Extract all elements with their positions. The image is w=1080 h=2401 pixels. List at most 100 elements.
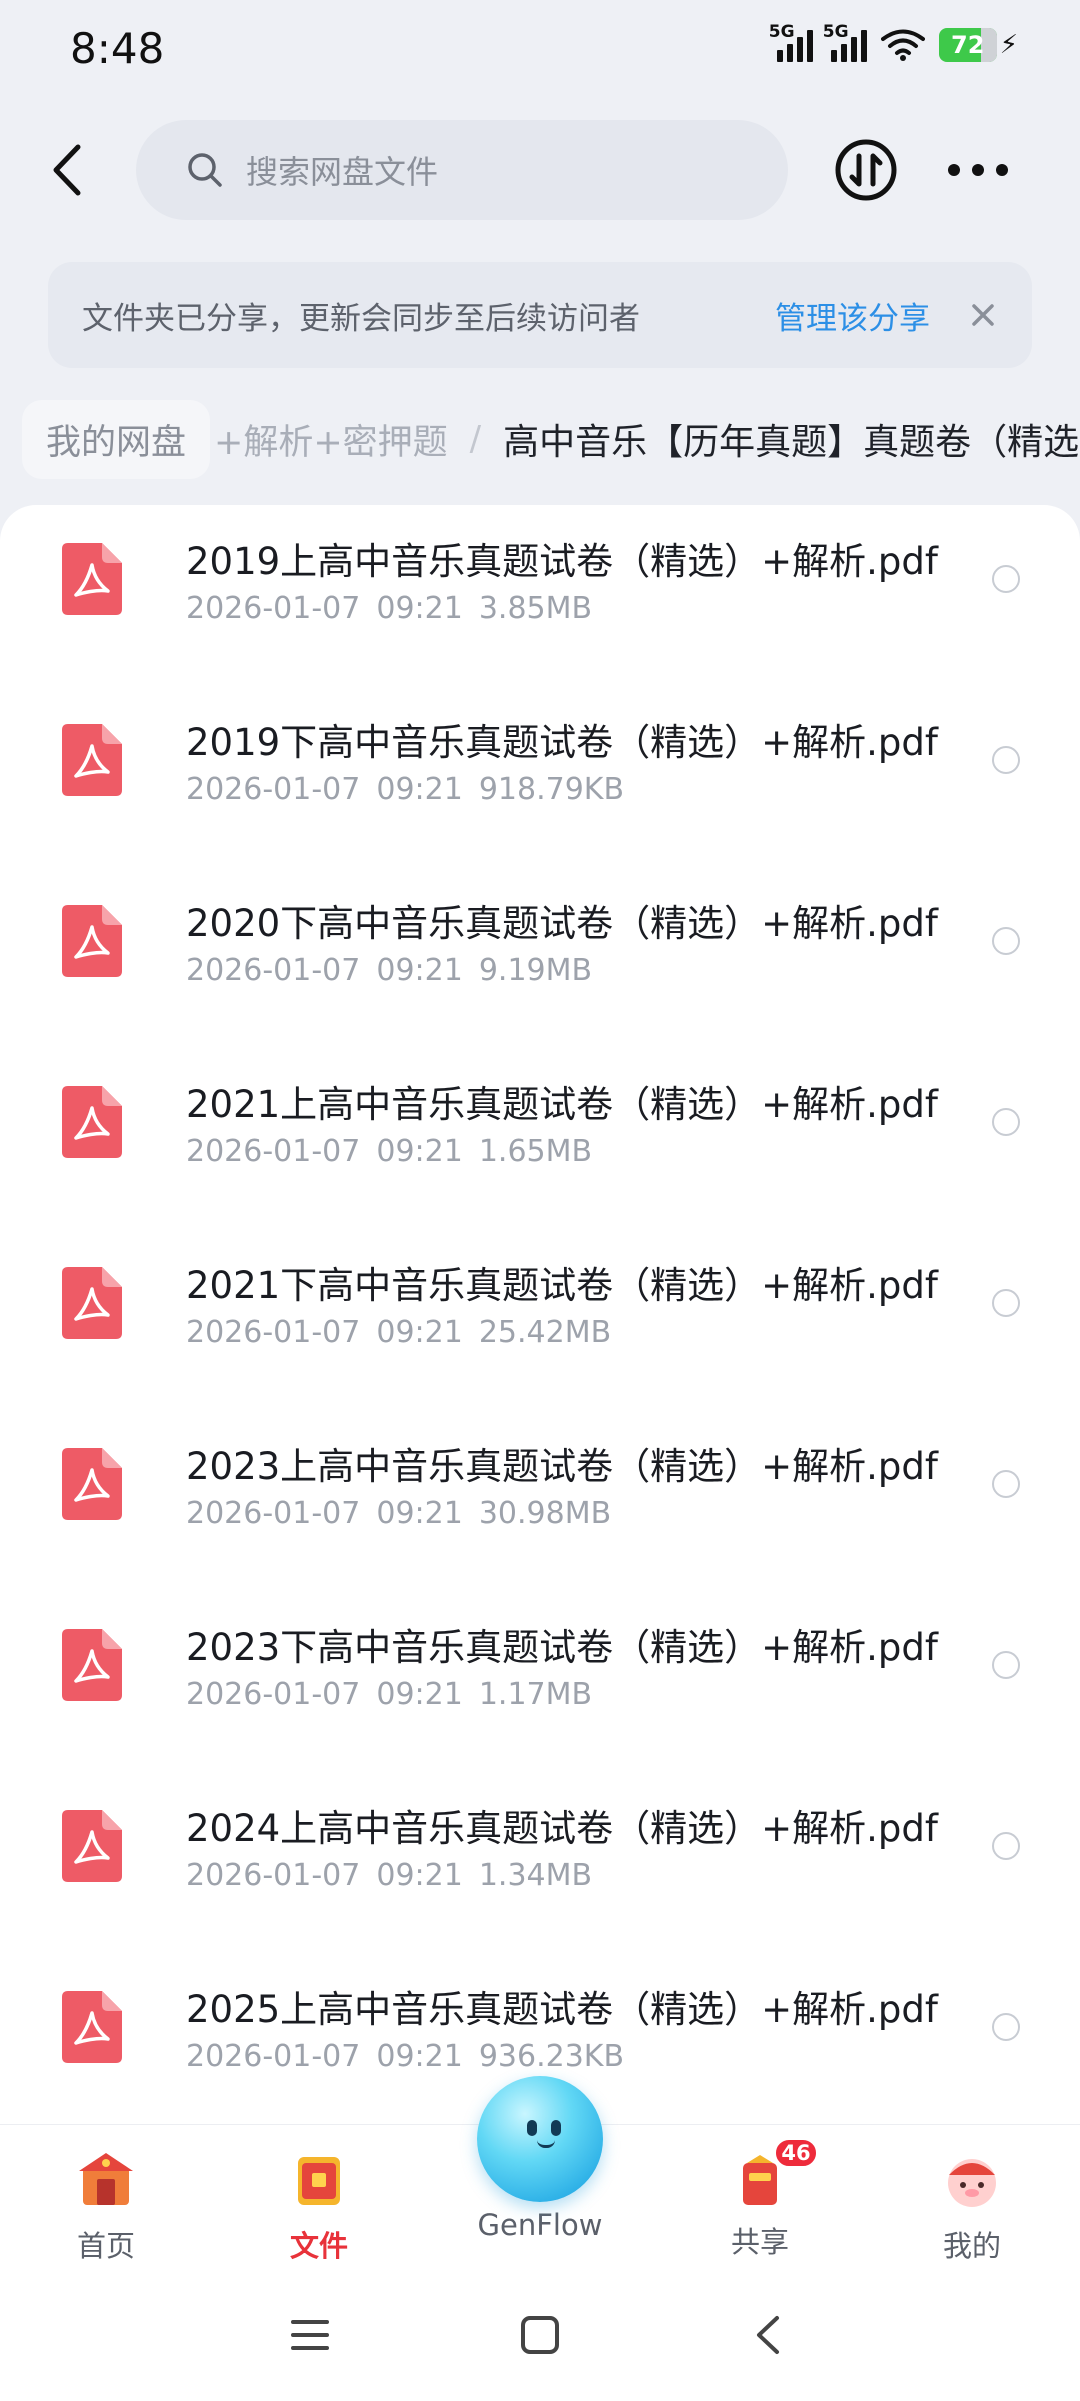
breadcrumb-root[interactable]: 我的网盘	[22, 399, 211, 479]
more-options-button[interactable]	[948, 150, 1008, 190]
file-row[interactable]: 2023下高中音乐真题试卷（精选）+解析.pdf 2026-01-07 09:21 1…	[0, 1599, 1080, 1780]
file-name: 2021上高中音乐真题试卷（精选）+解析.pdf	[186, 1083, 938, 1126]
file-select-checkbox[interactable]	[992, 565, 1020, 593]
file-size: 918.79KB	[478, 772, 625, 807]
file-select-checkbox[interactable]	[992, 927, 1020, 955]
signal-5g-icon: 5G	[823, 22, 867, 62]
nav-files-label: 文件	[289, 2229, 348, 2263]
battery-indicator: 72 ⚡	[938, 28, 1018, 62]
nav-mine[interactable]: 我的	[902, 2149, 1042, 2265]
search-icon	[188, 153, 222, 187]
back-button[interactable]	[36, 138, 100, 202]
file-time: 09:21	[376, 591, 463, 626]
file-row[interactable]: 2020下高中音乐真题试卷（精选）+解析.pdf 2026-01-07 09:21 9…	[0, 875, 1080, 1056]
file-size: 30.98MB	[478, 1496, 612, 1531]
breadcrumb-parent[interactable]: +解析+密押题	[214, 414, 448, 465]
battery-icon: 72	[938, 28, 997, 62]
signal-label: 5G	[768, 22, 795, 42]
app-screen: 8:48 5G 5G 72 ⚡ 搜索网盘文件 文件夹已分享，更新会同步至后续访问…	[0, 0, 1080, 2401]
home-square-icon[interactable]	[515, 2310, 565, 2360]
pdf-file-icon	[62, 1991, 122, 2063]
file-date: 2026-01-07	[186, 591, 361, 626]
file-meta: 2026-01-07 09:21 3.85MB	[186, 591, 592, 626]
menu-icon[interactable]	[285, 2310, 335, 2360]
file-select-checkbox[interactable]	[992, 1108, 1020, 1136]
file-select-checkbox[interactable]	[992, 746, 1020, 774]
wifi-icon	[880, 29, 925, 61]
file-size: 1.17MB	[478, 1677, 593, 1712]
pdf-file-icon	[62, 1086, 122, 1158]
file-date: 2026-01-07	[186, 2039, 361, 2074]
file-size: 1.65MB	[478, 1134, 593, 1169]
mascot-eye	[527, 2120, 537, 2136]
file-meta: 2026-01-07 09:21 30.98MB	[186, 1496, 611, 1531]
search-bar[interactable]: 搜索网盘文件	[136, 120, 788, 220]
profile-avatar-icon	[948, 2159, 996, 2207]
file-row[interactable]: 2019下高中音乐真题试卷（精选）+解析.pdf 2026-01-07 09:21 9…	[0, 694, 1080, 875]
back-arrow-icon	[53, 144, 81, 196]
pdf-file-icon	[62, 905, 122, 977]
more-dot-icon	[972, 164, 984, 176]
pdf-file-icon	[62, 724, 122, 796]
nav-home[interactable]: 首页	[36, 2149, 176, 2265]
genflow-mascot-icon	[477, 2076, 603, 2202]
file-time: 09:21	[376, 1496, 463, 1531]
file-date: 2026-01-07	[186, 772, 361, 807]
file-select-checkbox[interactable]	[992, 1832, 1020, 1860]
pdf-file-icon	[62, 1629, 122, 1701]
file-name: 2019下高中音乐真题试卷（精选）+解析.pdf	[186, 721, 938, 764]
charging-icon: ⚡	[999, 30, 1018, 60]
system-back-icon[interactable]	[745, 2310, 795, 2360]
pdf-file-icon	[62, 1810, 122, 1882]
file-name: 2024上高中音乐真题试卷（精选）+解析.pdf	[186, 1807, 938, 1850]
file-meta: 2026-01-07 09:21 1.17MB	[186, 1677, 592, 1712]
pdf-file-icon	[62, 543, 122, 615]
file-meta: 2026-01-07 09:21 25.42MB	[186, 1315, 611, 1350]
file-name: 2021下高中音乐真题试卷（精选）+解析.pdf	[186, 1264, 938, 1307]
file-select-checkbox[interactable]	[992, 1470, 1020, 1498]
nav-files[interactable]: 文件	[249, 2149, 389, 2265]
status-time: 8:48	[70, 24, 165, 73]
file-row[interactable]: 2021上高中音乐真题试卷（精选）+解析.pdf 2026-01-07 09:21 1…	[0, 1056, 1080, 1237]
search-placeholder: 搜索网盘文件	[246, 153, 439, 191]
file-size: 1.34MB	[478, 1858, 593, 1893]
share-icon-wrap: 46	[729, 2137, 819, 2211]
nav-share-label: 共享	[730, 2225, 789, 2259]
file-name: 2020下高中音乐真题试卷（精选）+解析.pdf	[186, 902, 938, 945]
signal-label: 5G	[822, 22, 849, 42]
file-row[interactable]: 2021下高中音乐真题试卷（精选）+解析.pdf 2026-01-07 09:21 2…	[0, 1237, 1080, 1418]
file-name: 2025上高中音乐真题试卷（精选）+解析.pdf	[186, 1988, 938, 2031]
file-time: 09:21	[376, 1315, 463, 1350]
file-meta: 2026-01-07 09:21 1.34MB	[186, 1858, 592, 1893]
file-select-checkbox[interactable]	[992, 1651, 1020, 1679]
close-banner-button[interactable]	[968, 300, 998, 330]
file-time: 09:21	[376, 2039, 463, 2074]
file-time: 09:21	[376, 772, 463, 807]
file-row[interactable]: 2023上高中音乐真题试卷（精选）+解析.pdf 2026-01-07 09:21 3…	[0, 1418, 1080, 1599]
mascot-mouth	[537, 2140, 555, 2148]
more-dot-icon	[948, 164, 960, 176]
genflow-button[interactable]: GenFlow	[468, 2076, 612, 2242]
breadcrumb: 我的网盘 +解析+密押题 / 高中音乐【历年真题】真题卷（精选	[0, 396, 1080, 482]
share-notice-banner: 文件夹已分享，更新会同步至后续访问者 管理该分享	[48, 262, 1032, 368]
nav-mine-label: 我的	[942, 2229, 1001, 2263]
file-time: 09:21	[376, 1858, 463, 1893]
file-size: 3.85MB	[478, 591, 593, 626]
manage-share-link[interactable]: 管理该分享	[775, 293, 930, 338]
status-icons: 5G 5G 72 ⚡	[769, 22, 1018, 62]
nav-share[interactable]: 46 共享	[690, 2137, 830, 2261]
more-dot-icon	[996, 164, 1008, 176]
file-name: 2023上高中音乐真题试卷（精选）+解析.pdf	[186, 1445, 938, 1488]
files-icon	[298, 2157, 340, 2205]
file-date: 2026-01-07	[186, 1677, 361, 1712]
signal-5g-icon: 5G	[769, 22, 813, 62]
file-time: 09:21	[376, 1677, 463, 1712]
breadcrumb-separator: /	[469, 419, 482, 459]
file-row[interactable]: 2019上高中音乐真题试卷（精选）+解析.pdf 2026-01-07 09:21 3…	[0, 513, 1080, 694]
top-bar: 搜索网盘文件	[0, 118, 1080, 224]
file-select-checkbox[interactable]	[992, 2013, 1020, 2041]
file-row[interactable]: 2024上高中音乐真题试卷（精选）+解析.pdf 2026-01-07 09:21 1…	[0, 1780, 1080, 1961]
file-select-checkbox[interactable]	[992, 1289, 1020, 1317]
transfer-list-button[interactable]	[834, 138, 898, 202]
file-name: 2019上高中音乐真题试卷（精选）+解析.pdf	[186, 540, 938, 583]
